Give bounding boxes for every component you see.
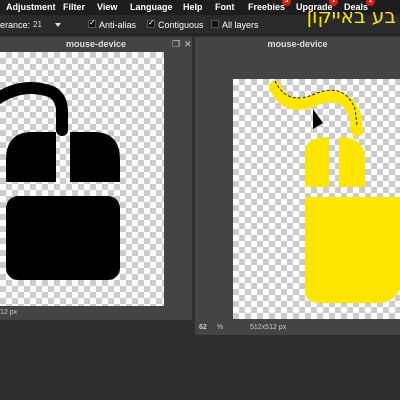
menu-help[interactable]: Help bbox=[183, 2, 203, 13]
anti-alias-checkbox[interactable] bbox=[88, 18, 96, 28]
tolerance-value[interactable]: 21 bbox=[33, 20, 42, 29]
contiguous-label: Contiguous bbox=[158, 20, 204, 30]
all-layers-label: All layers bbox=[222, 20, 259, 30]
cursor-icon bbox=[313, 109, 323, 129]
menu-filter[interactable]: Filter bbox=[63, 2, 85, 13]
menu-freebies[interactable]: Freebies bbox=[248, 2, 285, 13]
menu-language[interactable]: Language bbox=[130, 2, 173, 13]
close-icon[interactable]: ✕ bbox=[184, 39, 192, 50]
left-size-readout: 12 px bbox=[0, 309, 18, 316]
zoom-unit: % bbox=[217, 324, 224, 331]
tolerance-label: erance: bbox=[0, 20, 31, 30]
mouse-icon bbox=[0, 82, 120, 280]
left-document-window: mouse-device ❐ ✕ 12 px bbox=[0, 37, 192, 320]
right-window-title: mouse-device bbox=[267, 39, 328, 49]
left-canvas[interactable] bbox=[0, 52, 164, 306]
anti-alias-label: Anti-alias bbox=[99, 20, 137, 30]
right-document-window: mouse-device 62 % 512x512 px bbox=[195, 37, 400, 335]
zoom-value[interactable]: 62 bbox=[199, 324, 207, 331]
left-window-title: mouse-device bbox=[65, 39, 127, 49]
menu-view[interactable]: View bbox=[97, 2, 117, 13]
right-size-readout: 512x512 px bbox=[250, 324, 287, 331]
menu-adjustment[interactable]: Adjustment bbox=[6, 2, 56, 13]
menu-font[interactable]: Font bbox=[215, 2, 235, 13]
right-canvas[interactable] bbox=[233, 79, 400, 319]
all-layers-checkbox[interactable] bbox=[211, 20, 219, 28]
freebies-badge: 5 bbox=[282, 0, 291, 6]
restore-icon[interactable]: ❐ bbox=[172, 39, 180, 50]
mouse-icon bbox=[269, 80, 400, 303]
contiguous-checkbox[interactable] bbox=[147, 18, 155, 28]
caret-down-icon[interactable] bbox=[55, 23, 61, 27]
overlay-caption: בע באייקון bbox=[306, 4, 396, 28]
